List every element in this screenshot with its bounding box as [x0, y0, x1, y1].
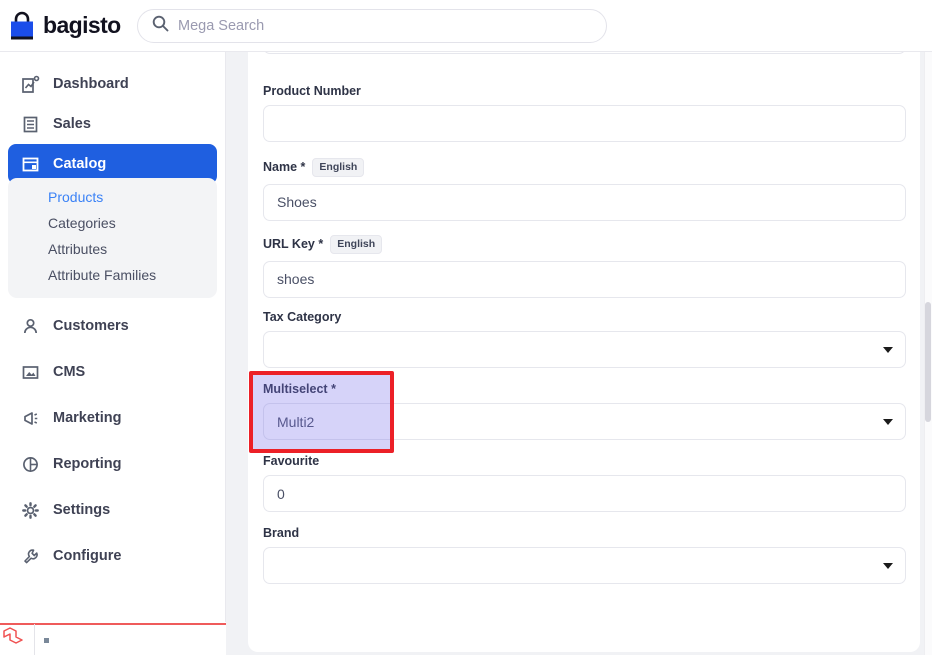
label-text: Brand: [263, 526, 300, 540]
url-key-input[interactable]: shoes: [263, 260, 906, 298]
top-bar: bagisto Mega Search: [0, 0, 932, 52]
dashboard-chart-icon: [20, 74, 40, 94]
sidebar-item-label: Dashboard: [53, 76, 129, 92]
tax-category-select[interactable]: [263, 331, 906, 368]
chevron-down-icon: [883, 418, 893, 425]
sidebar-item-label: Settings: [53, 502, 111, 518]
debug-indicator: [44, 637, 49, 643]
catalog-window-icon: [20, 154, 40, 174]
field-tax-category: Tax Category: [263, 310, 906, 368]
label-text: Product Number: [263, 84, 361, 98]
product-number-input[interactable]: [263, 105, 906, 142]
debug-separator: [34, 624, 35, 655]
sidebar-item-label: Reporting: [53, 456, 122, 472]
sidebar: Dashboard Sales Catalog Products Categor…: [0, 52, 226, 622]
search-icon: [152, 15, 169, 37]
brand-select[interactable]: [263, 547, 906, 584]
multiselect-select[interactable]: Multi2: [263, 403, 906, 440]
label-text: Favourite: [263, 454, 320, 468]
search-input[interactable]: Mega Search: [137, 9, 607, 43]
label-text: Multiselect *: [263, 382, 336, 396]
sidebar-item-label: Configure: [53, 548, 122, 564]
name-input[interactable]: Shoes: [263, 183, 906, 221]
debug-bar: [0, 623, 226, 655]
search-placeholder: Mega Search: [178, 18, 265, 34]
scrollbar-thumb[interactable]: [925, 302, 931, 422]
sidebar-item-settings[interactable]: Settings: [8, 490, 217, 530]
field-label: Brand: [263, 526, 906, 540]
laravel-icon[interactable]: [1, 625, 25, 655]
field-name: Name * English Shoes: [263, 158, 906, 221]
sidebar-item-marketing[interactable]: Marketing: [8, 398, 217, 438]
field-brand: Brand: [263, 526, 906, 584]
sidebar-item-configure[interactable]: Configure: [8, 536, 217, 576]
wrench-icon: [20, 546, 40, 566]
selected-value: Multi2: [277, 413, 315, 430]
required-mark: *: [318, 237, 324, 252]
field-label: Product Number: [263, 84, 906, 98]
sidebar-item-attribute-families[interactable]: Attribute Families: [8, 262, 217, 288]
required-mark: *: [300, 160, 306, 175]
sidebar-item-label: Sales: [53, 116, 91, 132]
sidebar-item-reporting[interactable]: Reporting: [8, 444, 217, 484]
sidebar-item-sales[interactable]: Sales: [8, 104, 217, 144]
sidebar-item-products[interactable]: Products: [8, 184, 217, 210]
sidebar-item-label: Customers: [53, 318, 129, 334]
field-label: Favourite: [263, 454, 906, 468]
field-label: URL Key * English: [263, 235, 906, 254]
shopping-bag-icon: [8, 11, 36, 41]
vertical-scrollbar[interactable]: [924, 52, 932, 655]
language-badge: English: [330, 235, 383, 254]
pie-chart-icon: [20, 454, 40, 474]
user-icon: [20, 316, 40, 336]
field-url-key: URL Key * English shoes: [263, 235, 906, 298]
favourite-input[interactable]: 0: [263, 475, 906, 512]
label-text: Tax Category: [263, 310, 342, 324]
partial-field-input[interactable]: [263, 52, 906, 54]
label-text: URL Key *: [263, 237, 324, 252]
app-root: bagisto Mega Search Dashboard Sales Cata…: [0, 0, 932, 655]
sidebar-item-label: Catalog: [53, 156, 107, 172]
sidebar-item-cms[interactable]: CMS: [8, 352, 217, 392]
catalog-submenu: Products Categories Attributes Attribute…: [8, 178, 217, 298]
sidebar-item-customers[interactable]: Customers: [8, 306, 217, 346]
field-label: Name * English: [263, 158, 906, 177]
chevron-down-icon: [883, 346, 893, 353]
brand-name: bagisto: [43, 12, 121, 38]
field-product-number: Product Number: [263, 84, 906, 142]
gear-icon: [20, 500, 40, 520]
sidebar-item-categories[interactable]: Categories: [8, 210, 217, 236]
field-label: Multiselect *: [263, 382, 906, 396]
label-text: Name *: [263, 160, 306, 175]
main-content: Product Number Name * English Shoes URL …: [226, 52, 932, 655]
brand-logo-area[interactable]: bagisto: [0, 11, 132, 41]
field-label: Tax Category: [263, 310, 906, 324]
sidebar-item-label: Marketing: [53, 410, 122, 426]
required-mark: *: [331, 382, 336, 396]
sidebar-item-attributes[interactable]: Attributes: [8, 236, 217, 262]
field-multiselect: Multiselect * Multi2: [263, 382, 906, 440]
megaphone-icon: [20, 408, 40, 428]
chevron-down-icon: [883, 562, 893, 569]
language-badge: English: [312, 158, 365, 177]
sidebar-item-dashboard[interactable]: Dashboard: [8, 64, 217, 104]
document-list-icon: [20, 114, 40, 134]
attributes-card: Product Number Name * English Shoes URL …: [248, 52, 920, 652]
sidebar-item-label: CMS: [53, 364, 86, 380]
field-favourite: Favourite 0: [263, 454, 906, 512]
image-frame-icon: [20, 362, 40, 382]
